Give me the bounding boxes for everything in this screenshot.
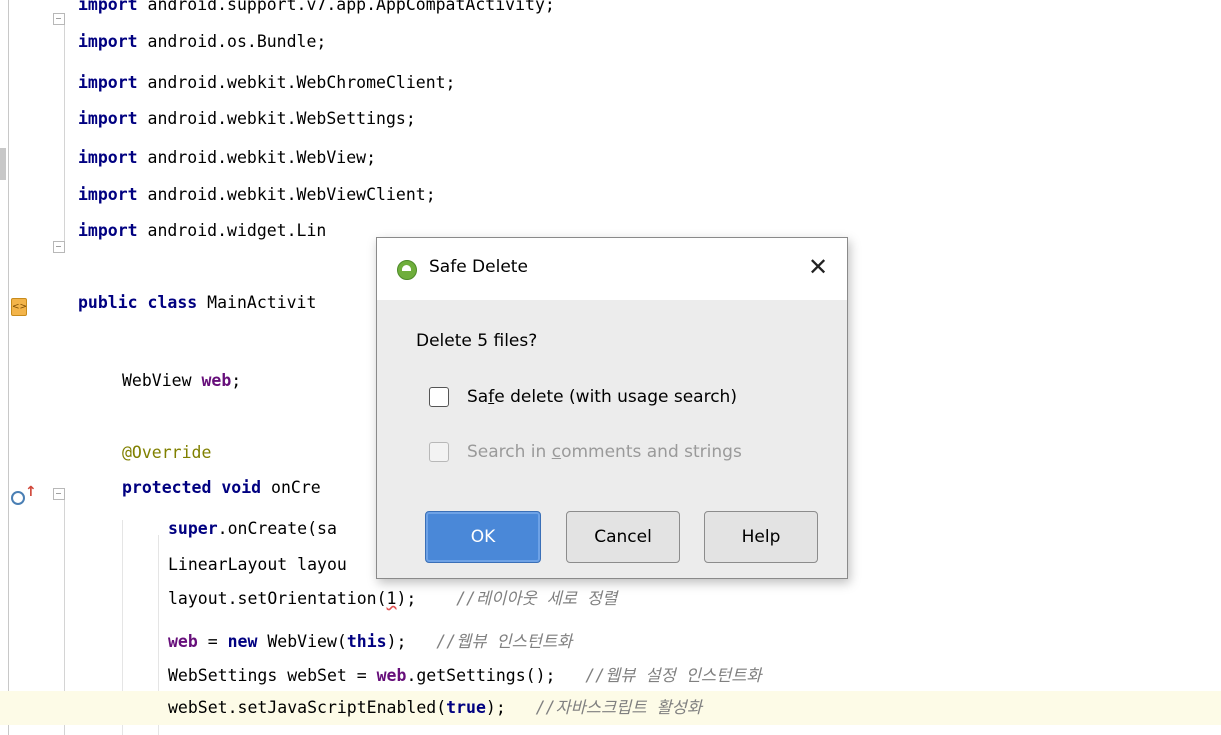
code-token: this — [346, 632, 387, 651]
code-token: android.os.Bundle; — [137, 32, 327, 51]
code-token: LinearLayout layou — [168, 555, 347, 574]
code-token: //웹뷰 인스턴트화 — [436, 632, 573, 651]
code-line[interactable]: import android.webkit.WebViewClient; — [0, 178, 1221, 212]
code-token: ; — [231, 371, 242, 390]
code-token: import — [78, 221, 138, 240]
code-line[interactable]: WebSettings webSet = web.getSettings(); … — [0, 659, 1221, 693]
code-token: import — [78, 148, 138, 167]
code-token: WebView — [122, 371, 202, 390]
code-token: = — [197, 632, 228, 651]
code-token: 1 — [386, 589, 397, 608]
dialog-titlebar[interactable]: Safe Delete ✕ — [377, 238, 847, 300]
code-text: import android.os.Bundle; — [78, 25, 326, 59]
code-line[interactable]: import android.support.v7.app.AppCompatA… — [0, 0, 1221, 22]
code-token: android.webkit.WebSettings; — [137, 109, 416, 128]
code-token: android.webkit.WebViewClient; — [137, 185, 436, 204]
code-token: web — [168, 632, 198, 651]
code-line[interactable]: import android.webkit.WebView; — [0, 141, 1221, 175]
code-line[interactable]: layout.setOrientation(1); //레이아웃 세로 정렬 — [0, 582, 1221, 616]
code-token: import — [78, 185, 138, 204]
code-text: import android.webkit.WebSettings; — [78, 102, 416, 136]
code-line[interactable]: import android.webkit.WebSettings; — [0, 102, 1221, 136]
code-token: MainActivit — [197, 293, 317, 312]
code-token: layout.setOrientation( — [168, 589, 387, 608]
code-token: import — [78, 32, 138, 51]
code-token: onCre — [261, 478, 321, 497]
code-token: protected void — [122, 478, 262, 497]
help-button[interactable]: Help — [704, 511, 818, 563]
code-token: WebSettings webSet = — [168, 666, 377, 685]
code-token: import — [78, 109, 138, 128]
search-comments-checkbox — [429, 442, 449, 462]
code-token: android.support.v7.app.AppCompatActivity… — [137, 0, 555, 14]
code-text: import android.widget.Lin — [78, 214, 326, 248]
code-token: .onCreate(sa — [217, 519, 337, 538]
code-token: WebView( — [257, 632, 347, 651]
code-text: import android.support.v7.app.AppCompatA… — [78, 0, 555, 22]
code-token: public class — [78, 293, 198, 312]
code-token: super — [168, 519, 218, 538]
code-text: webSet.setJavaScriptEnabled(true); //자바스… — [168, 691, 702, 725]
code-token: android.widget.Lin — [137, 221, 327, 240]
code-text: web = new WebView(this); //웹뷰 인스턴트화 — [168, 625, 572, 659]
code-token: ); — [396, 589, 457, 608]
code-token: @Override — [122, 443, 212, 462]
code-text: layout.setOrientation(1); //레이아웃 세로 정렬 — [168, 582, 617, 616]
safe-delete-label: Safe delete (with usage search) — [467, 387, 737, 407]
code-text: import android.webkit.WebViewClient; — [78, 178, 436, 212]
code-token: .getSettings(); — [406, 666, 586, 685]
code-line[interactable]: webSet.setJavaScriptEnabled(true); //자바스… — [0, 691, 1221, 725]
code-token: //웹뷰 설정 인스턴트화 — [585, 666, 762, 685]
code-text: WebSettings webSet = web.getSettings(); … — [168, 659, 762, 693]
code-token: ); — [386, 632, 437, 651]
code-token: android.webkit.WebChromeClient; — [137, 73, 456, 92]
dialog-title: Safe Delete — [429, 257, 528, 277]
code-text: import android.webkit.WebChromeClient; — [78, 66, 456, 100]
safe-delete-checkbox[interactable] — [429, 387, 449, 407]
code-text: public class MainActivit — [78, 286, 316, 320]
code-token: //레이아웃 세로 정렬 — [456, 589, 618, 608]
code-text: super.onCreate(sa — [168, 512, 337, 546]
code-text: WebView web; — [122, 364, 241, 398]
code-line[interactable]: import android.webkit.WebChromeClient; — [0, 66, 1221, 100]
code-text: import android.webkit.WebView; — [78, 141, 376, 175]
cancel-button[interactable]: Cancel — [566, 511, 680, 563]
search-comments-label: Search in comments and strings — [467, 442, 742, 462]
code-token: android.webkit.WebView; — [137, 148, 377, 167]
safe-delete-dialog: Safe Delete ✕ Delete 5 files? Safe delet… — [376, 237, 848, 579]
code-token: import — [78, 0, 138, 14]
code-token: true — [446, 698, 486, 717]
ok-button[interactable]: OK — [425, 511, 541, 563]
delete-prompt: Delete 5 files? — [416, 331, 538, 351]
code-token: web — [201, 371, 232, 390]
code-line[interactable]: import android.os.Bundle; — [0, 25, 1221, 59]
close-button[interactable]: ✕ — [805, 254, 831, 280]
code-token: import — [78, 73, 138, 92]
code-text: @Override — [122, 436, 211, 470]
android-studio-icon — [397, 260, 417, 280]
code-text: protected void onCre — [122, 471, 321, 505]
code-token: webSet.setJavaScriptEnabled( — [168, 698, 447, 717]
code-token: //자바스크립트 활성화 — [535, 698, 702, 717]
code-line[interactable]: web = new WebView(this); //웹뷰 인스턴트화 — [0, 625, 1221, 659]
code-token: ); — [485, 698, 536, 717]
code-token: new — [227, 632, 258, 651]
code-token: web — [376, 666, 407, 685]
